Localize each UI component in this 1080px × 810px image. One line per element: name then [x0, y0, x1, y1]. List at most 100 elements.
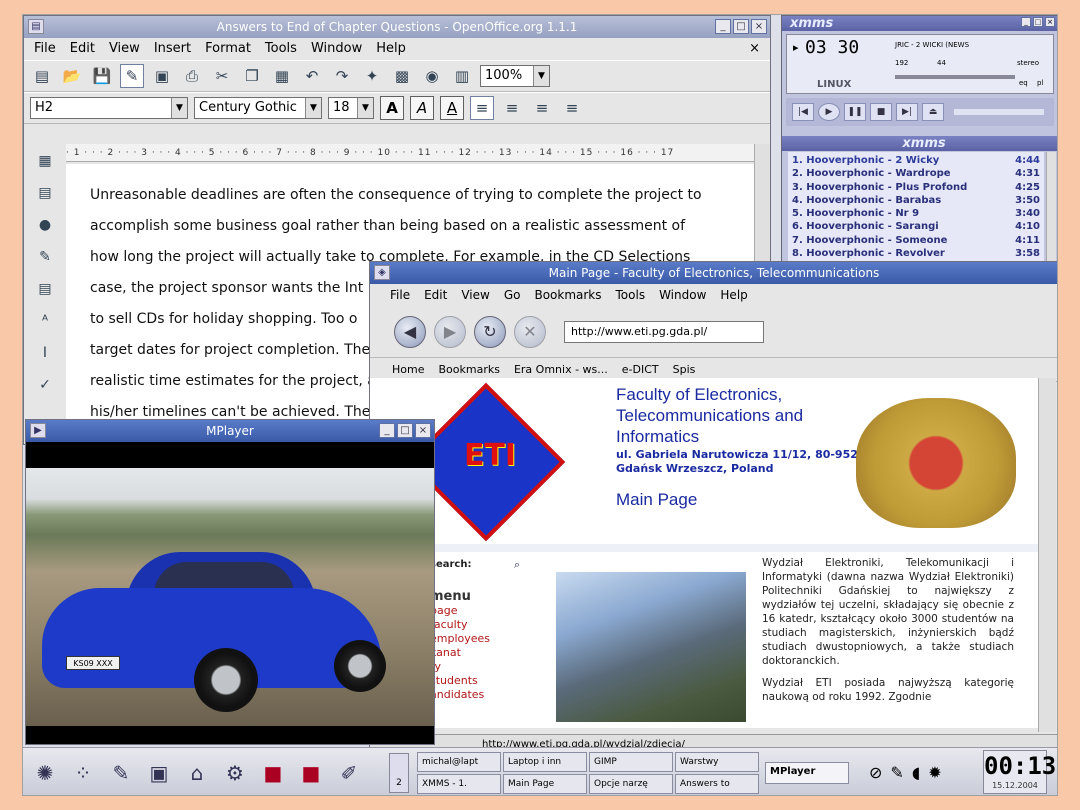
pause-icon[interactable]: ❚❚: [844, 103, 866, 121]
close-button[interactable]: ×: [751, 19, 767, 34]
maximize-button[interactable]: □: [733, 19, 749, 34]
chart-icon[interactable]: ▥: [450, 64, 474, 88]
search-icon[interactable]: ⌕: [514, 558, 520, 572]
task-gimp-options[interactable]: Opcje narzę: [589, 773, 673, 794]
menu-help[interactable]: Help: [376, 38, 406, 60]
menu-window[interactable]: Window: [659, 284, 706, 306]
terminal-red-icon[interactable]: ■: [257, 757, 289, 789]
kde-menu-icon[interactable]: ✺: [29, 757, 61, 789]
align-left-icon[interactable]: ≡: [470, 96, 494, 120]
pencil-icon[interactable]: ✐: [333, 757, 365, 789]
clock[interactable]: 00:13 15.12.2004: [983, 750, 1056, 794]
menu-tools[interactable]: Tools: [265, 38, 297, 60]
playlist-row[interactable]: 5. Hooverphonic - Nr 9 3:40: [792, 207, 1040, 220]
menu-format[interactable]: Format: [205, 38, 251, 60]
mplayer-titlebar[interactable]: ▶ MPlayer _ □ ×: [26, 420, 434, 442]
prev-icon[interactable]: |◀: [792, 103, 814, 121]
playlist-row[interactable]: 2. Hooverphonic - Wardrope 4:31: [792, 167, 1040, 180]
export-pdf-icon[interactable]: ▣: [150, 64, 174, 88]
menu-view[interactable]: View: [461, 284, 489, 306]
close-button[interactable]: ×: [1045, 17, 1055, 27]
task-terminal[interactable]: michal@lapt: [417, 751, 501, 772]
bookmark-spis[interactable]: Spis: [673, 363, 696, 376]
maximize-button[interactable]: □: [397, 423, 413, 438]
bold-button[interactable]: A: [380, 96, 404, 120]
volume-slider[interactable]: [895, 75, 1015, 79]
playlist-titlebar[interactable]: xmms: [782, 136, 1057, 151]
autospell-icon[interactable]: ✓: [32, 374, 58, 396]
menu-window[interactable]: Window: [311, 38, 362, 60]
side-link[interactable]: ry: [430, 660, 540, 674]
italic-button[interactable]: A: [410, 96, 434, 120]
terminal-icon[interactable]: ■: [295, 757, 327, 789]
minimize-button[interactable]: _: [1021, 17, 1031, 27]
tray-lock-icon[interactable]: ⊘: [869, 763, 882, 782]
settings-icon[interactable]: ⚙: [219, 757, 251, 789]
forward-icon[interactable]: ▶: [434, 315, 466, 348]
zoom-select[interactable]: 100% ▼: [480, 65, 550, 87]
menu-go[interactable]: Go: [504, 284, 521, 306]
tray-gear-icon[interactable]: ✹: [928, 763, 941, 782]
menu-view[interactable]: View: [109, 38, 140, 60]
seek-bar[interactable]: [954, 109, 1044, 115]
doc-close-icon[interactable]: ×: [749, 38, 760, 60]
side-link[interactable]: faculty: [430, 618, 540, 632]
open-icon[interactable]: 📂: [60, 64, 84, 88]
side-link[interactable]: students: [430, 674, 540, 688]
menu-insert[interactable]: Insert: [154, 38, 191, 60]
save-icon[interactable]: 💾: [90, 64, 114, 88]
draw-icon[interactable]: ✎: [32, 246, 58, 268]
task-layers[interactable]: Warstwy: [675, 751, 759, 772]
playlist-row[interactable]: 4. Hooverphonic - Barabas 3:50: [792, 194, 1040, 207]
reload-icon[interactable]: ↻: [474, 315, 506, 348]
close-button[interactable]: ×: [415, 423, 431, 438]
insert-fields-icon[interactable]: ▤: [32, 182, 58, 204]
stop-icon[interactable]: ✕: [514, 315, 546, 348]
menu-edit[interactable]: Edit: [424, 284, 447, 306]
bookmark-home[interactable]: Home: [392, 363, 424, 376]
redo-icon[interactable]: ↷: [330, 64, 354, 88]
gallery-icon[interactable]: ▩: [390, 64, 414, 88]
paste-icon[interactable]: ▦: [270, 64, 294, 88]
menu-help[interactable]: Help: [720, 284, 747, 306]
playlist-row[interactable]: 1. Hooverphonic - 2 Wicky 4:44: [792, 154, 1040, 167]
text-cursor-icon[interactable]: I: [32, 342, 58, 364]
minimize-button[interactable]: _: [715, 19, 731, 34]
underline-button[interactable]: A: [440, 96, 464, 120]
bookmark-bookmarks[interactable]: Bookmarks: [438, 363, 499, 376]
desktop-pager[interactable]: 2: [389, 752, 409, 793]
minimize-button[interactable]: _: [379, 423, 395, 438]
justify-icon[interactable]: ≡: [560, 96, 584, 120]
playlist-row[interactable]: 3. Hooverphonic - Plus Profond 4:25: [792, 181, 1040, 194]
tray-pen-icon[interactable]: ✎: [890, 763, 903, 782]
playlist-row[interactable]: 7. Hooverphonic - Someone 4:11: [792, 234, 1040, 247]
form-icon[interactable]: ▤: [32, 278, 58, 300]
network-icon[interactable]: ⁘: [67, 757, 99, 789]
next-icon[interactable]: ▶|: [896, 103, 918, 121]
font-select[interactable]: Century Gothic ▼: [194, 97, 322, 119]
copy-icon[interactable]: ❐: [240, 64, 264, 88]
style-select[interactable]: H2 ▼: [30, 97, 188, 119]
task-xmms[interactable]: XMMS - 1.: [417, 773, 501, 794]
spellcheck-icon[interactable]: ᴬ: [32, 310, 58, 332]
eject-icon[interactable]: ⏏: [922, 103, 944, 121]
home-icon[interactable]: ⌂: [181, 757, 213, 789]
writer-titlebar[interactable]: ▤ Answers to End of Chapter Questions - …: [24, 16, 770, 38]
bookmark-era[interactable]: Era Omnix - ws...: [514, 363, 608, 376]
url-bar[interactable]: http://www.eti.pg.gda.pl/: [564, 320, 764, 343]
new-doc-icon[interactable]: ▤: [30, 64, 54, 88]
tray-volume-icon[interactable]: ◖: [912, 763, 920, 782]
side-link[interactable]: page: [430, 604, 540, 618]
print-icon[interactable]: ⎙: [180, 64, 204, 88]
size-select[interactable]: 18 ▼: [328, 97, 374, 119]
side-link[interactable]: employees: [430, 632, 540, 646]
xmms-eq-toggle[interactable]: eq: [1019, 79, 1028, 87]
menu-edit[interactable]: Edit: [70, 38, 95, 60]
insert-object-icon[interactable]: ●: [32, 214, 58, 236]
task-mplayer-active[interactable]: MPlayer: [765, 761, 849, 784]
side-link[interactable]: kanat: [430, 646, 540, 660]
task-laptop[interactable]: Laptop i inn: [503, 751, 587, 772]
browser-scrollbar[interactable]: [1038, 378, 1056, 732]
web-page[interactable]: ETI Faculty of Electronics, Telecommunic…: [370, 378, 1038, 728]
back-icon[interactable]: ◀: [394, 315, 426, 348]
